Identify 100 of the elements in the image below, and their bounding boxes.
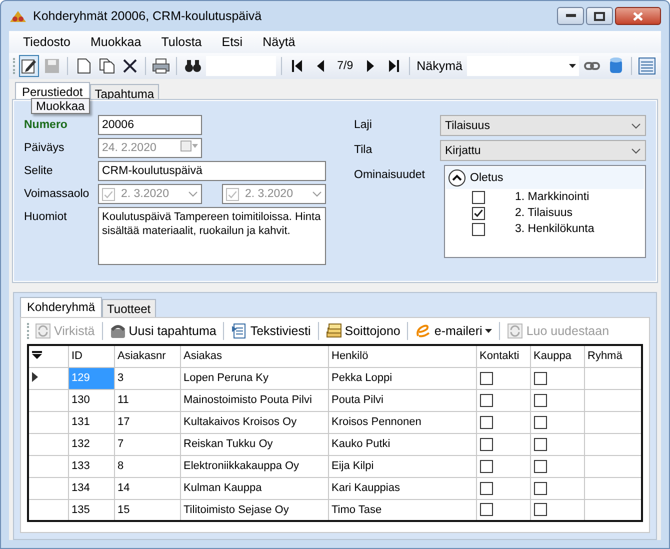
menu-item[interactable]: Tiedosto (13, 33, 80, 51)
copy-icon (98, 58, 115, 74)
checkbox[interactable] (534, 460, 546, 472)
column-header[interactable]: Asiakasnr (114, 345, 180, 367)
notes-field[interactable]: Koulutuspäivä Tampereen toimitiloissa. Hinta sisältää materiaalit, ruokailun ja kahvit. (98, 207, 326, 265)
table-cell: Kulman Kauppa (180, 477, 328, 499)
row-header[interactable] (28, 367, 68, 389)
dropdown[interactable]: Kirjattu (440, 140, 646, 161)
column-header[interactable]: Kauppa (530, 345, 584, 367)
row-header[interactable] (28, 411, 68, 433)
record-counter: 7/9 (336, 60, 354, 72)
list-view-button[interactable] (636, 55, 658, 77)
field-label: Huomiot (24, 210, 68, 225)
menu-item[interactable]: Tulosta (151, 33, 212, 51)
checkbox[interactable] (480, 438, 492, 450)
field-label: Numero (24, 118, 68, 133)
checkbox[interactable] (534, 416, 546, 428)
document-icon (231, 323, 248, 339)
column-header[interactable]: Kontakti (476, 345, 530, 367)
checkbox-label: 2. Tilaisuus (515, 207, 573, 219)
row-header[interactable] (28, 433, 68, 455)
toolbar-button[interactable]: Soittojono (322, 321, 404, 341)
checkbox[interactable] (480, 460, 492, 472)
edit-button[interactable] (18, 55, 40, 77)
minimize-button[interactable] (557, 7, 584, 25)
table-cell: Pekka Loppi (328, 367, 476, 389)
checkbox[interactable] (472, 222, 485, 236)
table-cell: 130 (68, 389, 114, 411)
column-header[interactable]: ID (68, 345, 114, 367)
checkbox[interactable] (480, 503, 492, 516)
field-label: Selite (24, 164, 54, 179)
checkbox[interactable] (534, 438, 546, 450)
checkbox[interactable] (480, 394, 492, 406)
field-label: Laji (354, 118, 373, 133)
collapse-icon[interactable] (448, 169, 466, 187)
table-cell: 3 (114, 367, 180, 389)
checkbox-label: 3. Henkilökunta (515, 223, 594, 235)
table-cell: 17 (114, 411, 180, 433)
chevron-down-icon (631, 122, 641, 128)
toolbar-button[interactable]: e-maileri (412, 321, 496, 341)
menu-item[interactable]: Näytä (252, 33, 306, 51)
checkbox[interactable] (480, 482, 492, 494)
checkbox-label: 1. Markkinointi (515, 191, 590, 203)
telephone-icon (110, 323, 126, 339)
menu-item[interactable]: Etsi (212, 33, 253, 51)
number-field[interactable]: 20006 (98, 115, 202, 135)
table-cell: Reiskan Tukku Oy (180, 433, 328, 455)
table-cell: 8 (114, 455, 180, 477)
view-label: Näkymä (416, 59, 464, 73)
stack-icon (326, 323, 342, 339)
tooltip: Muokkaa (31, 98, 90, 114)
checkbox[interactable] (472, 190, 485, 204)
next-icon (366, 59, 375, 73)
chevron-down-icon (631, 148, 641, 154)
table-cell: 134 (68, 477, 114, 499)
table-cell: Mainostoimisto Pouta Pilvi (180, 389, 328, 411)
description-field[interactable]: CRM-koulutuspäivä (98, 161, 326, 181)
last-icon (388, 59, 400, 73)
search-field[interactable] (206, 56, 276, 76)
checkbox[interactable] (480, 416, 492, 428)
checkbox[interactable] (534, 503, 546, 516)
column-header[interactable]: Henkilö (328, 345, 476, 367)
tab[interactable]: Tuotteet (102, 299, 156, 317)
column-menu-icon[interactable] (32, 351, 42, 360)
checkbox[interactable] (534, 482, 546, 494)
checkbox[interactable] (534, 372, 546, 384)
checkbox[interactable] (472, 206, 485, 220)
dropdown-arrow-icon (569, 64, 576, 68)
menu-item[interactable]: Muokkaa (80, 33, 152, 51)
floppy-icon (44, 58, 60, 74)
chevron-down-icon (312, 191, 322, 197)
list-icon (638, 57, 656, 75)
table-cell: 131 (68, 411, 114, 433)
tab[interactable]: Kohderyhmä (20, 297, 102, 317)
toolbar-button[interactable]: Tekstiviesti (228, 321, 314, 341)
field-label: Päiväys (24, 141, 66, 156)
close-icon (633, 12, 643, 20)
refresh-icon (507, 323, 524, 339)
window-title: Kohderyhmät 20006, CRM-koulutuspäivä (33, 9, 263, 23)
row-header[interactable] (28, 477, 68, 499)
database-icon (608, 57, 623, 75)
dropdown[interactable]: Tilaisuus (440, 115, 646, 136)
field-label: Ominaisuudet (354, 168, 426, 183)
cross-icon (123, 59, 138, 73)
chevron-down-icon (188, 191, 198, 197)
property-list[interactable]: Oletus 1. Markkinointi 2. Tilaisuus 3. Henkilökunta (444, 165, 646, 258)
chain-icon (584, 61, 600, 71)
current-row-icon (32, 372, 38, 382)
row-header[interactable] (28, 389, 68, 411)
column-header[interactable]: Asiakas (180, 345, 328, 367)
field-label: Voimassaolo (24, 187, 90, 202)
close-button[interactable] (615, 7, 661, 25)
checkbox[interactable] (534, 394, 546, 406)
field-label: Tila (354, 143, 374, 158)
checkbox[interactable] (480, 372, 492, 384)
toolbar-button[interactable]: Uusi tapahtuma (106, 321, 220, 341)
row-header[interactable] (28, 455, 68, 477)
maximize-button[interactable] (586, 7, 613, 25)
table-cell: Kari Kauppias (328, 477, 476, 499)
maximize-icon (594, 12, 605, 20)
